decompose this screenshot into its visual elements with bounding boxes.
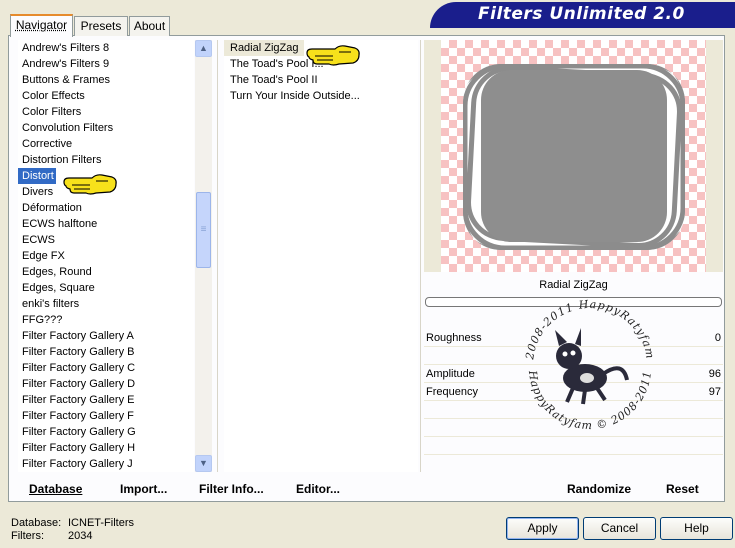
filter-list[interactable]: Radial ZigZag The Toad's Pool I... The Toa… — [224, 40, 418, 472]
apply-button[interactable]: Apply — [506, 517, 579, 540]
param-name: Roughness — [426, 332, 482, 344]
category-item[interactable]: Edges, Square — [18, 280, 194, 296]
param-value: 97 — [708, 386, 721, 398]
category-item[interactable]: Filter Factory Gallery H — [18, 440, 194, 456]
svg-text:© 2008-2011 HappyRatyfam ©: © 2008-2011 HappyRatyfam © — [515, 290, 657, 365]
category-item[interactable]: Corrective — [18, 136, 194, 152]
pointing-hand-icon — [63, 174, 117, 195]
cat-mascot — [555, 328, 629, 405]
category-item[interactable]: Filter Factory Gallery J — [18, 456, 194, 472]
status-database: Database: ICNET-Filters — [11, 517, 134, 529]
filter-item[interactable]: The Toad's Pool II — [224, 72, 418, 88]
status-database-label: Database: — [11, 517, 62, 529]
category-item[interactable]: Andrew's Filters 8 — [18, 40, 194, 56]
app-title: Filters Unlimited 2.0 — [478, 4, 685, 24]
status-filters: Filters: 2034 — [11, 530, 92, 542]
category-item[interactable]: Filter Factory Gallery D — [18, 376, 194, 392]
filter-item[interactable]: Radial ZigZag — [224, 40, 304, 56]
watermark-stamp: © 2008-2011 HappyRatyfam © HappyRatyfam … — [515, 290, 657, 432]
status-database-value: ICNET-Filters — [68, 517, 134, 529]
category-item[interactable]: Filter Factory Gallery E — [18, 392, 194, 408]
preview-effect — [463, 64, 685, 250]
category-item[interactable]: enki's filters — [18, 296, 194, 312]
pointing-hand-icon — [306, 45, 360, 66]
status-filters-label: Filters: — [11, 530, 44, 542]
divider — [420, 40, 421, 472]
category-item[interactable]: ECWS — [18, 232, 194, 248]
category-item[interactable]: Color Filters — [18, 104, 194, 120]
database-button-label: Database — [29, 482, 83, 496]
divider — [217, 40, 218, 472]
help-button[interactable]: Help — [660, 517, 733, 540]
randomize-button[interactable]: Randomize — [567, 482, 631, 496]
category-item[interactable]: Filter Factory Gallery B — [18, 344, 194, 360]
filter-item[interactable]: Turn Your Inside Outside... — [224, 88, 418, 104]
randomize-button-label: Randomize — [567, 482, 632, 496]
category-item[interactable]: Filter Factory Gallery G — [18, 424, 194, 440]
tab-navigator[interactable]: Navigator — [10, 14, 73, 37]
param-value: 96 — [708, 368, 721, 380]
param-value: 0 — [714, 332, 721, 344]
category-list[interactable]: Andrew's Filters 8 Andrew's Filters 9 Butt… — [18, 40, 194, 472]
scroll-down-button[interactable]: ▼ — [195, 455, 212, 472]
category-item[interactable]: Distortion Filters — [18, 152, 194, 168]
tab-about-label: About — [133, 19, 166, 33]
category-item[interactable]: Convolution Filters — [18, 120, 194, 136]
status-filters-value: 2034 — [68, 530, 93, 542]
param-name: Amplitude — [426, 368, 475, 380]
category-item[interactable]: Distort — [18, 168, 56, 184]
category-item[interactable]: Color Effects — [18, 88, 194, 104]
scroll-thumb[interactable]: ≡ — [196, 192, 211, 268]
category-item[interactable]: FFG??? — [18, 312, 194, 328]
tab-navigator-label: Navigator — [15, 18, 68, 32]
category-item[interactable]: Buttons & Frames — [18, 72, 194, 88]
editor-button[interactable]: Editor... — [296, 482, 340, 496]
database-button[interactable]: Database — [29, 482, 82, 496]
watermark-text-top: © 2008-2011 HappyRatyfam © — [515, 290, 656, 365]
category-item[interactable]: Edges, Round — [18, 264, 194, 280]
category-item[interactable]: Andrew's Filters 9 — [18, 56, 194, 72]
import-button-label: Import... — [120, 482, 168, 496]
preview-image[interactable] — [441, 40, 706, 272]
reset-button-label: Reset — [666, 482, 699, 496]
editor-button-label: Editor... — [296, 482, 341, 496]
category-item[interactable]: ECWS halftone — [18, 216, 194, 232]
tab-presets[interactable]: Presets — [74, 16, 128, 36]
category-item[interactable]: Filter Factory Gallery A — [18, 328, 194, 344]
tab-presets-label: Presets — [80, 19, 122, 33]
tab-about[interactable]: About — [129, 16, 170, 36]
category-scrollbar[interactable]: ▲ ≡ ▼ — [195, 40, 212, 472]
scroll-up-button[interactable]: ▲ — [195, 40, 212, 57]
category-item[interactable]: Filter Factory Gallery C — [18, 360, 194, 376]
category-item[interactable]: Déformation — [18, 200, 194, 216]
reset-button[interactable]: Reset — [666, 482, 699, 496]
category-item[interactable]: Filter Factory Gallery F — [18, 408, 194, 424]
cancel-button[interactable]: Cancel — [583, 517, 656, 540]
category-item[interactable]: Edge FX — [18, 248, 194, 264]
param-name: Frequency — [426, 386, 478, 398]
import-button[interactable]: Import... — [120, 482, 167, 496]
filter-info-button[interactable]: Filter Info... — [199, 482, 264, 496]
filter-info-button-label: Filter Info... — [199, 482, 264, 496]
